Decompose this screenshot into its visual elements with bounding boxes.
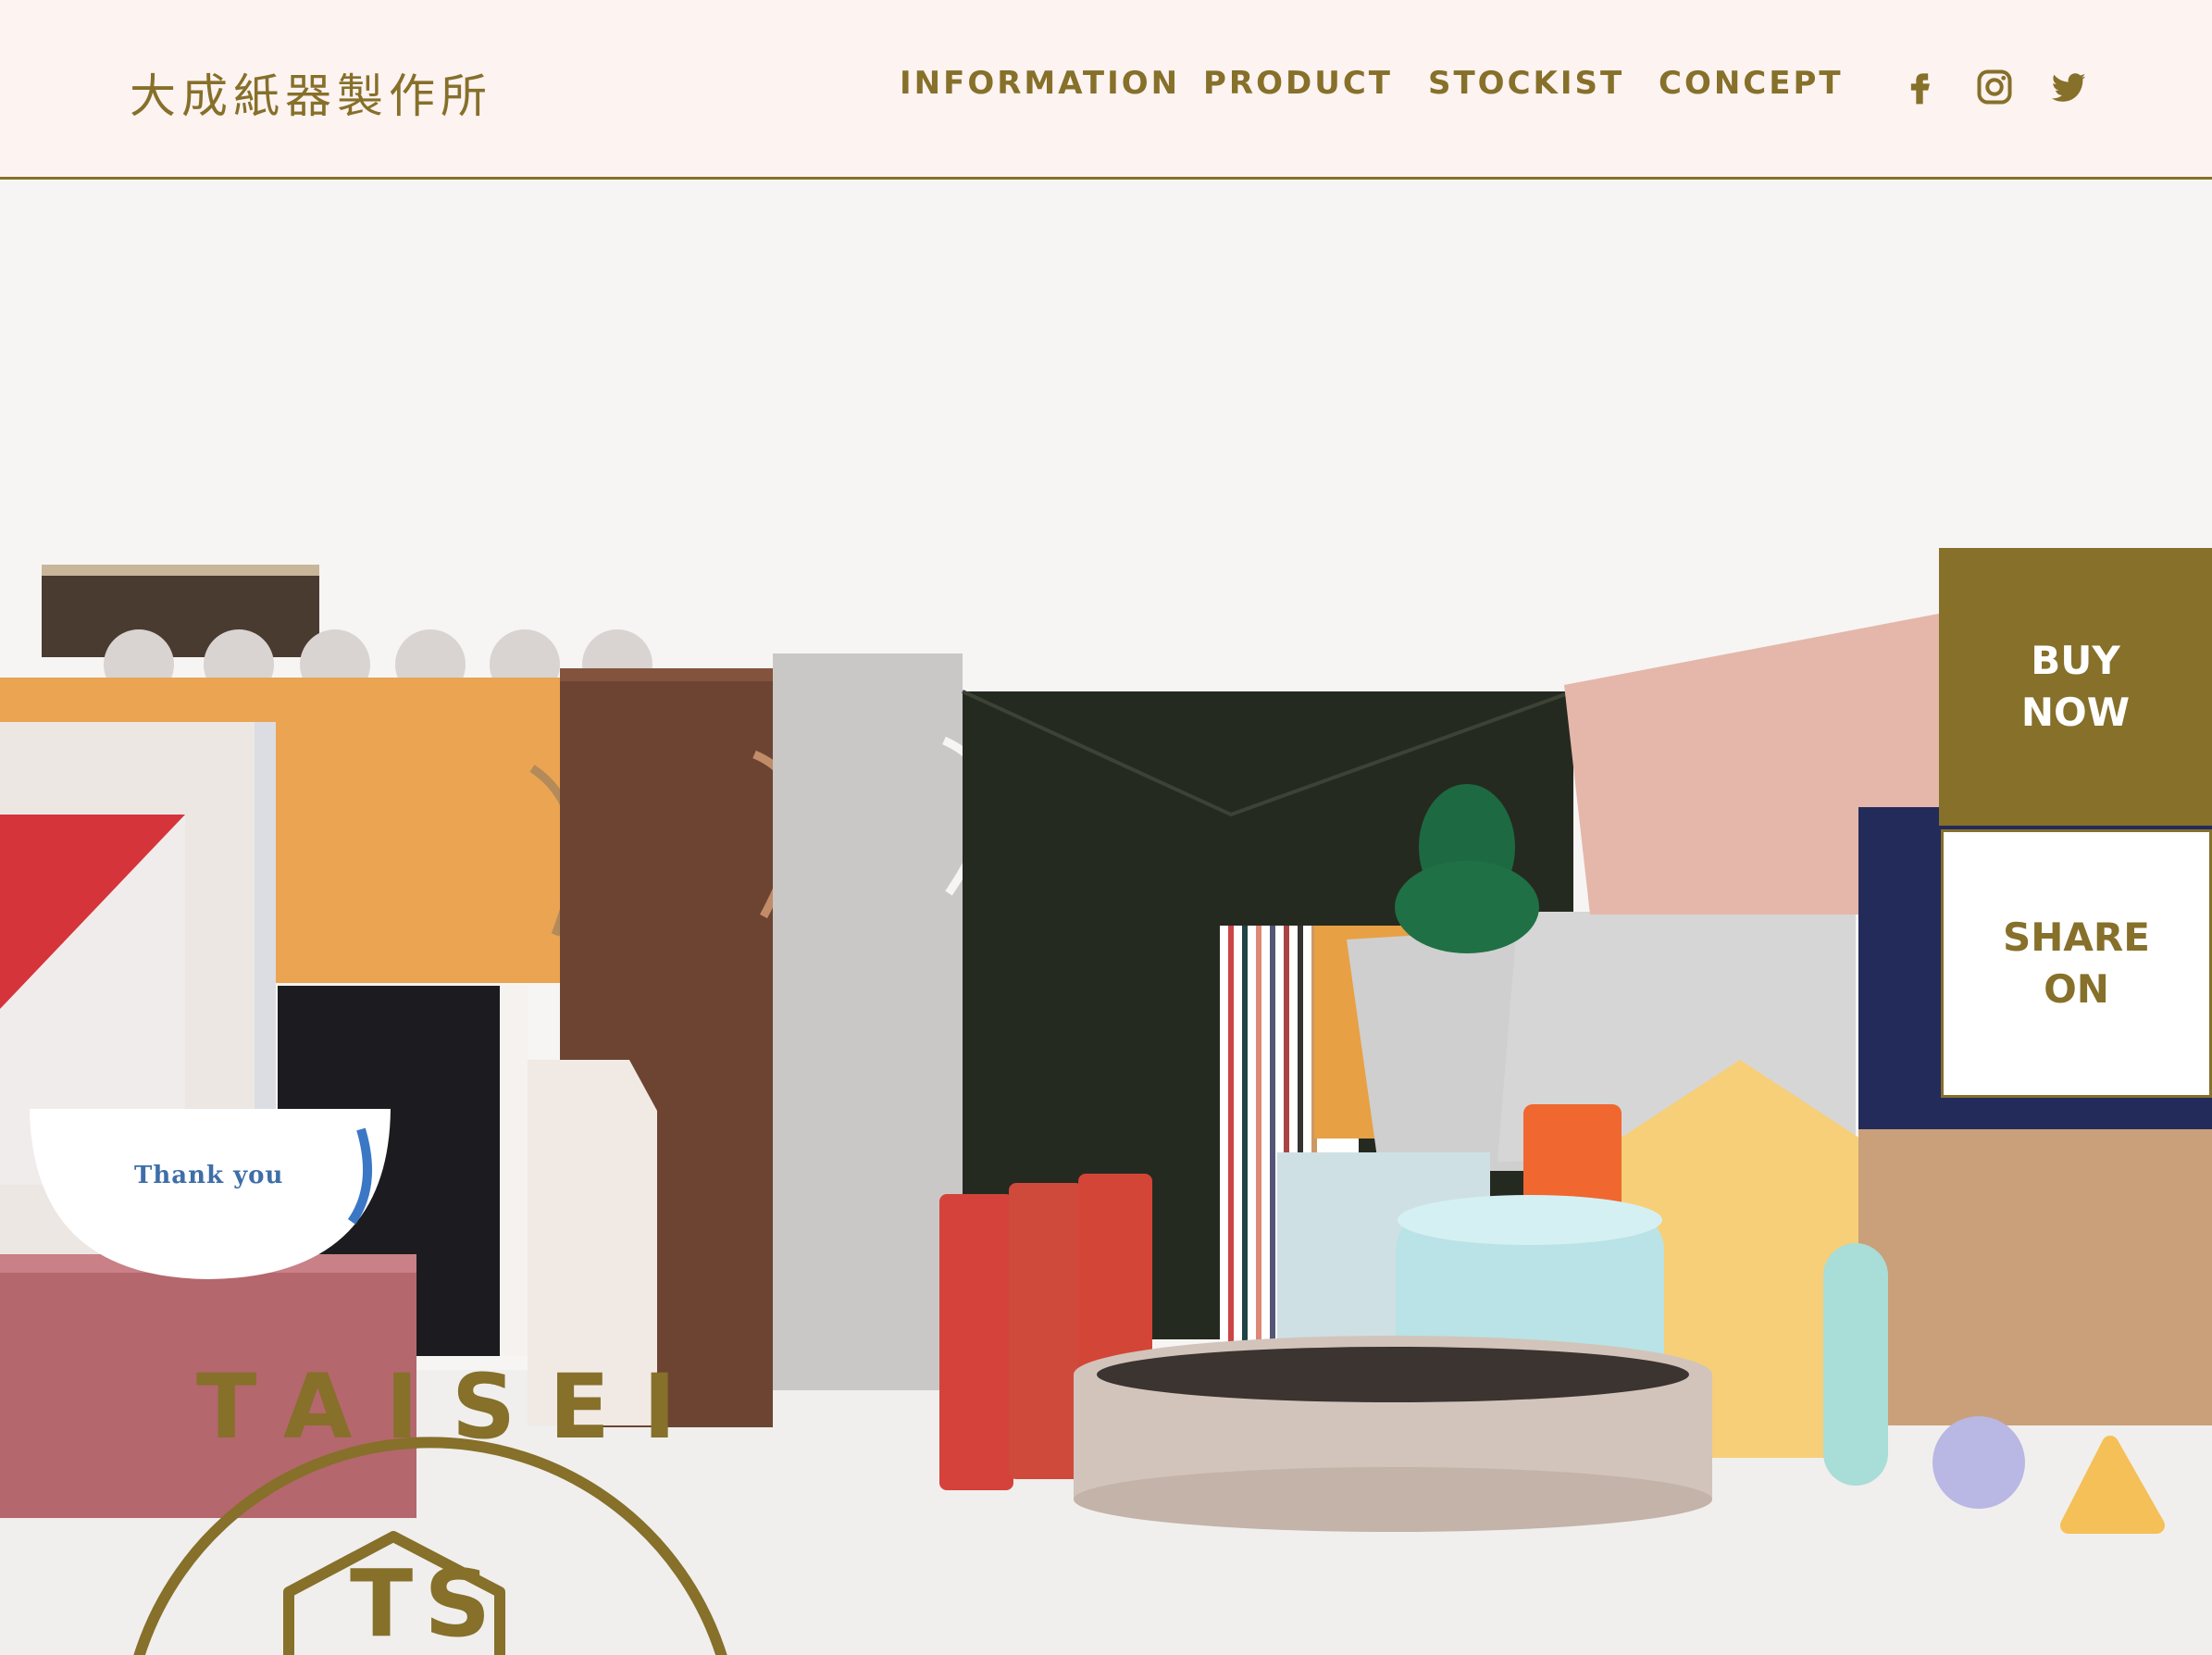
on-label: ON	[2044, 966, 2109, 1012]
site-logo[interactable]: 大成紙器製作所	[130, 59, 492, 126]
share-on-button[interactable]: SHARE ON	[1941, 829, 2212, 1098]
nav-stockist[interactable]: STOCKIST	[1428, 65, 1624, 102]
now-label: NOW	[2020, 690, 2131, 735]
hero-image: Thank you TAISEI TS	[0, 180, 2212, 1655]
thank-you-card-text: Thank you	[134, 1162, 284, 1189]
emblem-taisei-text: TAISEI	[196, 1355, 710, 1459]
buy-label: BUY	[2031, 638, 2120, 683]
nav-product[interactable]: PRODUCT	[1203, 65, 1393, 102]
nav-concept[interactable]: CONCEPT	[1659, 65, 1844, 102]
emblem-ts-mark: TS	[350, 1549, 503, 1655]
twitter-icon[interactable]	[2048, 67, 2089, 107]
nav-information[interactable]: INFORMATION	[900, 65, 1180, 102]
share-label: SHARE	[2003, 915, 2150, 960]
site-header: 大成紙器製作所 INFORMATION PRODUCT STOCKIST CON…	[0, 0, 2212, 180]
buy-now-button[interactable]: BUY NOW	[1939, 548, 2212, 826]
facebook-icon[interactable]	[1899, 67, 1940, 107]
instagram-icon[interactable]	[1974, 67, 2015, 107]
